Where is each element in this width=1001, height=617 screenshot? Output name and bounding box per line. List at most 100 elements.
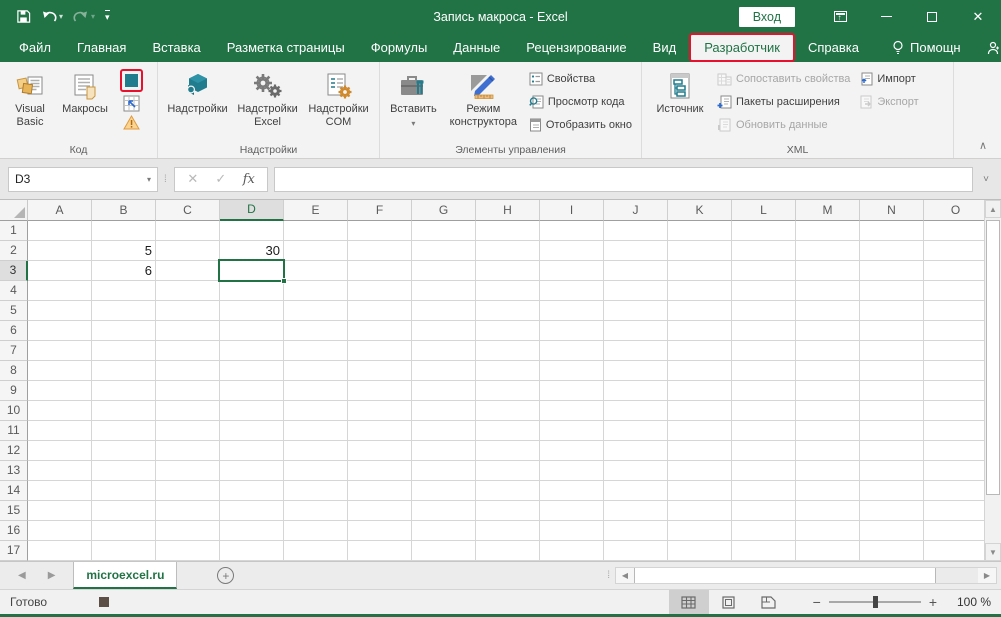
row-header-5[interactable]: 5: [0, 301, 28, 321]
row-header-1[interactable]: 1: [0, 221, 28, 241]
cell-D2[interactable]: 30: [220, 241, 284, 261]
column-header-C[interactable]: C: [156, 200, 220, 221]
column-header-A[interactable]: A: [28, 200, 92, 221]
select-all-corner[interactable]: [0, 200, 28, 221]
signin-button[interactable]: Вход: [739, 7, 795, 27]
column-header-F[interactable]: F: [348, 200, 412, 221]
column-header-M[interactable]: M: [796, 200, 860, 221]
tab-file[interactable]: Файл: [6, 33, 64, 62]
row-header-11[interactable]: 11: [0, 421, 28, 441]
new-sheet-button[interactable]: +: [217, 567, 234, 584]
row-header-13[interactable]: 13: [0, 461, 28, 481]
sheet-tab-active[interactable]: microexcel.ru: [73, 562, 177, 589]
name-box[interactable]: D3 ▾: [8, 167, 158, 192]
assistant-button[interactable]: Помощн: [882, 33, 971, 62]
view-code-button[interactable]: Просмотр кода: [526, 92, 635, 112]
hscroll-splitter[interactable]: ⁞: [607, 570, 611, 581]
customize-qat-button[interactable]: ▾: [105, 10, 110, 23]
com-addins-button[interactable]: Надстройки COM: [304, 67, 373, 130]
zoom-slider[interactable]: [829, 601, 921, 603]
formula-bar-splitter[interactable]: ⁞: [164, 174, 168, 185]
zoom-slider-handle[interactable]: [873, 596, 878, 608]
name-box-dropdown-icon[interactable]: ▾: [147, 175, 151, 184]
column-header-E[interactable]: E: [284, 200, 348, 221]
row-header-15[interactable]: 15: [0, 501, 28, 521]
row-header-16[interactable]: 16: [0, 521, 28, 541]
excel-addins-button[interactable]: Надстройки Excel: [233, 67, 302, 130]
selected-cell-outline[interactable]: [218, 259, 285, 282]
sheet-prev-icon[interactable]: ◀: [18, 570, 26, 581]
tab-data[interactable]: Данные: [440, 33, 513, 62]
macros-button[interactable]: Макросы: [56, 67, 114, 118]
tab-page-layout[interactable]: Разметка страницы: [214, 33, 358, 62]
tab-developer[interactable]: Разработчик: [689, 33, 795, 62]
scroll-down-icon[interactable]: ▼: [985, 543, 1001, 561]
ribbon-display-options-button[interactable]: [817, 0, 863, 33]
horizontal-scrollbar[interactable]: ⁞ ◀ ▶: [607, 562, 1001, 589]
page-layout-view-button[interactable]: [709, 590, 749, 615]
maximize-button[interactable]: [909, 0, 955, 33]
visual-basic-button[interactable]: Visual Basic: [6, 67, 54, 130]
formula-bar-expand-icon[interactable]: ˅: [979, 174, 993, 185]
row-header-2[interactable]: 2: [0, 241, 28, 261]
undo-dropdown-icon[interactable]: ▾: [59, 12, 63, 21]
column-header-N[interactable]: N: [860, 200, 924, 221]
row-header-14[interactable]: 14: [0, 481, 28, 501]
vertical-scroll-thumb[interactable]: [986, 220, 1000, 495]
normal-view-button[interactable]: [669, 590, 709, 615]
vertical-scrollbar[interactable]: ▲ ▼: [984, 200, 1001, 561]
column-header-G[interactable]: G: [412, 200, 476, 221]
addins-button[interactable]: Надстройки: [164, 67, 231, 118]
zoom-level-label[interactable]: 100 %: [945, 595, 991, 609]
row-header-8[interactable]: 8: [0, 361, 28, 381]
cell-B3[interactable]: 6: [92, 261, 156, 281]
column-header-K[interactable]: K: [668, 200, 732, 221]
stop-recording-button[interactable]: [120, 69, 143, 92]
tab-help[interactable]: Справка: [795, 33, 872, 62]
cells-area[interactable]: 56 30: [28, 221, 1001, 561]
design-mode-button[interactable]: Режим конструктора: [443, 67, 524, 130]
scroll-up-icon[interactable]: ▲: [985, 200, 1001, 218]
row-header-7[interactable]: 7: [0, 341, 28, 361]
horizontal-scroll-thumb[interactable]: [634, 568, 936, 583]
close-button[interactable]: ✕: [955, 0, 1001, 33]
scroll-left-icon[interactable]: ◀: [616, 568, 634, 583]
column-header-B[interactable]: B: [92, 200, 156, 221]
zoom-in-button[interactable]: +: [929, 594, 937, 610]
worksheet-grid[interactable]: 5630 ABCDEFGHIJKLMNO 1234567891011121314…: [0, 200, 1001, 561]
import-button[interactable]: Импорт: [855, 69, 921, 89]
column-header-J[interactable]: J: [604, 200, 668, 221]
column-header-I[interactable]: I: [540, 200, 604, 221]
tab-insert[interactable]: Вставка: [139, 33, 213, 62]
macro-security-button[interactable]: [123, 115, 140, 130]
row-header-17[interactable]: 17: [0, 541, 28, 561]
column-header-O[interactable]: O: [924, 200, 988, 221]
row-header-9[interactable]: 9: [0, 381, 28, 401]
tab-review[interactable]: Рецензирование: [513, 33, 639, 62]
xml-source-button[interactable]: Источник: [648, 67, 712, 118]
row-header-4[interactable]: 4: [0, 281, 28, 301]
column-header-H[interactable]: H: [476, 200, 540, 221]
page-break-view-button[interactable]: [749, 590, 789, 615]
relative-references-button[interactable]: [123, 95, 140, 112]
undo-button[interactable]: ▾: [41, 10, 63, 24]
row-header-10[interactable]: 10: [0, 401, 28, 421]
run-dialog-button[interactable]: Отобразить окно: [526, 115, 635, 135]
row-header-3[interactable]: 3: [0, 261, 28, 281]
save-button[interactable]: [16, 9, 31, 24]
cell-B2[interactable]: 5: [92, 241, 156, 261]
tab-view[interactable]: Вид: [640, 33, 690, 62]
collapse-ribbon-icon[interactable]: ∧: [979, 139, 987, 152]
sheet-next-icon[interactable]: ▶: [48, 570, 56, 581]
row-header-6[interactable]: 6: [0, 321, 28, 341]
insert-function-button[interactable]: fx: [235, 172, 263, 187]
expansion-packs-button[interactable]: Пакеты расширения: [714, 92, 853, 112]
macro-recording-stop-icon[interactable]: [99, 597, 109, 607]
minimize-button[interactable]: [863, 0, 909, 33]
column-header-L[interactable]: L: [732, 200, 796, 221]
scroll-right-icon[interactable]: ▶: [978, 568, 996, 583]
tab-home[interactable]: Главная: [64, 33, 139, 62]
zoom-out-button[interactable]: −: [813, 594, 821, 610]
properties-button[interactable]: Свойства: [526, 69, 635, 89]
column-header-D[interactable]: D: [220, 200, 284, 221]
